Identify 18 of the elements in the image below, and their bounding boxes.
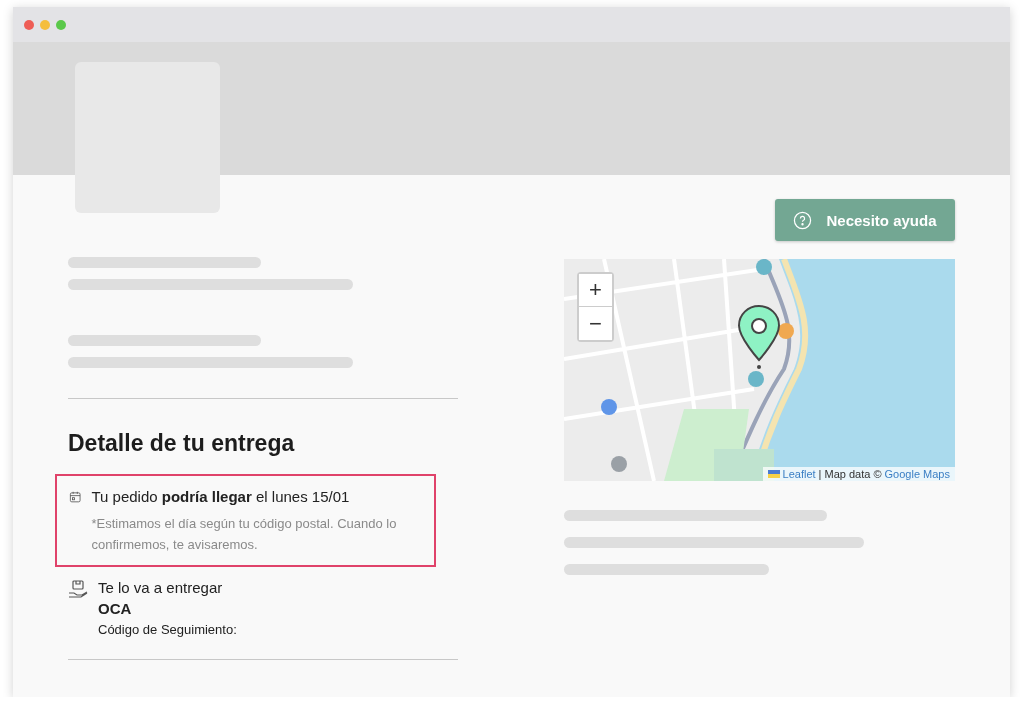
estimate-note: *Estimamos el día según tu código postal. Cuando lo confirmemos, te avisaremos. — [91, 515, 398, 554]
source-link[interactable]: Google Maps — [884, 468, 950, 480]
help-button[interactable]: Necesito ayuda — [775, 199, 955, 241]
section-title: Detalle de tu entrega — [68, 430, 296, 457]
flag-icon — [767, 470, 780, 478]
help-icon — [793, 210, 813, 230]
attribution-text: | Map data © — [818, 468, 882, 480]
carrier-label: Te lo va a entregar — [98, 579, 224, 596]
package-hand-icon — [68, 579, 88, 599]
minimize-window-dot[interactable] — [40, 19, 50, 30]
maximize-window-dot[interactable] — [56, 19, 66, 30]
close-window-dot[interactable] — [24, 19, 34, 30]
leaflet-link[interactable]: Leaflet — [782, 468, 816, 480]
zoom-in-button[interactable]: + — [579, 274, 612, 307]
carrier-name: OCA — [98, 600, 133, 617]
tracking-label: Código de Seguimiento: — [98, 622, 237, 637]
estimate-text: Tu pedido podría llegar el lunes 15/01 — [91, 488, 351, 505]
location-pin-icon — [737, 304, 781, 370]
